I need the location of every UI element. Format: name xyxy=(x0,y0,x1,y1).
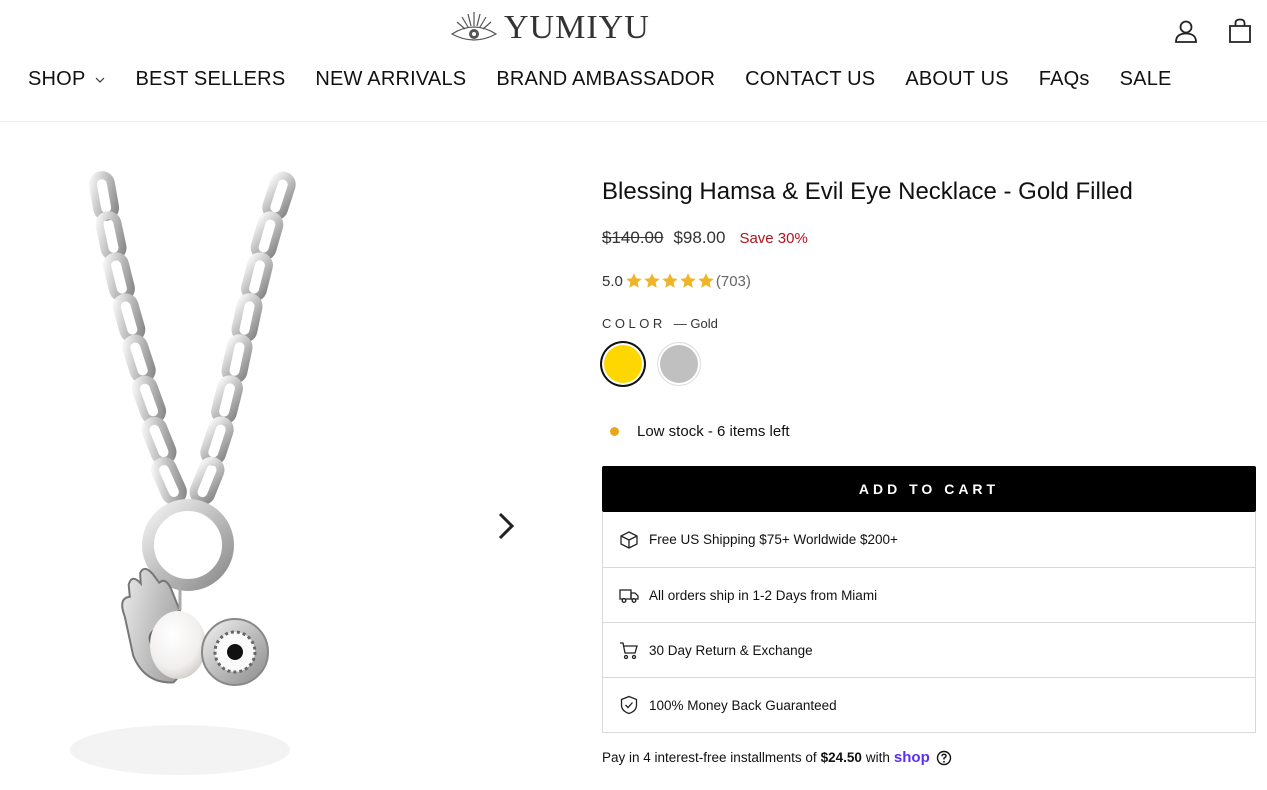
shield-check-icon xyxy=(620,695,638,715)
header-actions xyxy=(1173,18,1253,44)
user-icon[interactable] xyxy=(1173,18,1199,44)
benefit-item: 100% Money Back Guaranteed xyxy=(603,677,1255,732)
return-cart-icon xyxy=(620,642,638,660)
star-icon xyxy=(644,273,660,288)
product-info: Blessing Hamsa & Evil Eye Necklace - Gol… xyxy=(602,176,1256,766)
shipping-box-icon xyxy=(620,530,638,549)
original-price: $140.00 xyxy=(602,228,664,247)
rating-value: 5.0 xyxy=(602,272,623,290)
nav-shop[interactable]: SHOP xyxy=(28,68,105,91)
stock-status: Low stock - 6 items left xyxy=(602,423,1256,440)
next-image-arrow-icon[interactable] xyxy=(493,510,519,542)
product-title: Blessing Hamsa & Evil Eye Necklace - Gol… xyxy=(602,178,1133,205)
selected-color: — Gold xyxy=(673,316,718,331)
swatch-silver[interactable] xyxy=(660,345,698,383)
benefit-item: Free US Shipping $75+ Worldwide $200+ xyxy=(603,512,1255,567)
main-nav: SHOP BEST SELLERS NEW ARRIVALS BRAND AMB… xyxy=(28,68,1172,91)
benefit-text: 100% Money Back Guaranteed xyxy=(649,697,837,713)
installments-prefix: Pay in 4 interest-free installments of xyxy=(602,750,817,765)
benefits-list: Free US Shipping $75+ Worldwide $200+ Al… xyxy=(602,512,1256,733)
color-swatches xyxy=(602,343,1256,383)
swatch-gold[interactable] xyxy=(604,345,642,383)
delivery-truck-icon xyxy=(619,589,639,603)
nav-faqs[interactable]: FAQs xyxy=(1039,68,1090,91)
logo-text: YUMIYU xyxy=(504,9,650,46)
installments-info: Pay in 4 interest-free installments of $… xyxy=(602,749,1256,766)
color-selector-label: COLOR — Gold xyxy=(602,316,1256,331)
nav-contact-us[interactable]: CONTACT US xyxy=(745,68,875,91)
nav-about-us[interactable]: ABOUT US xyxy=(905,68,1008,91)
nav-new-arrivals[interactable]: NEW ARRIVALS xyxy=(315,68,466,91)
product-image[interactable] xyxy=(30,170,330,790)
save-badge: Save 30% xyxy=(739,230,808,247)
benefit-text: All orders ship in 1-2 Days from Miami xyxy=(649,587,878,603)
add-to-cart-button[interactable]: ADD TO CART xyxy=(602,466,1256,512)
review-count: (703) xyxy=(715,272,751,290)
installment-amount: $24.50 xyxy=(820,750,862,765)
eye-sunburst-icon xyxy=(450,12,498,41)
nav-shop-label: SHOP xyxy=(28,68,86,90)
help-circle-icon[interactable] xyxy=(936,750,952,766)
header-divider xyxy=(0,121,1267,122)
nav-brand-ambassador[interactable]: BRAND AMBASSADOR xyxy=(496,68,715,91)
nav-sale[interactable]: SALE xyxy=(1120,68,1172,91)
star-icon xyxy=(698,273,714,288)
benefit-text: 30 Day Return & Exchange xyxy=(649,642,813,658)
nav-best-sellers[interactable]: BEST SELLERS xyxy=(135,68,285,91)
sale-price: $98.00 xyxy=(673,228,726,247)
star-icon xyxy=(662,273,678,288)
brand-logo[interactable]: YUMIYU xyxy=(448,8,650,48)
rating-row[interactable]: 5.0 (703) xyxy=(602,272,1256,290)
installments-suffix: with xyxy=(865,750,890,765)
price-row: $140.00 $98.00 Save 30% xyxy=(602,228,1256,248)
benefit-text: Free US Shipping $75+ Worldwide $200+ xyxy=(649,532,898,547)
stock-indicator-dot xyxy=(610,427,619,436)
necklace-image xyxy=(70,171,296,775)
benefit-item: 30 Day Return & Exchange xyxy=(603,622,1255,677)
star-icon xyxy=(680,273,696,288)
star-icon xyxy=(626,273,642,288)
star-rating xyxy=(625,272,715,290)
shopping-bag-icon[interactable] xyxy=(1227,18,1253,44)
benefit-item: All orders ship in 1-2 Days from Miami xyxy=(603,567,1255,622)
stock-text: Low stock - 6 items left xyxy=(637,423,790,440)
shop-pay-logo: shop xyxy=(893,749,930,766)
color-label: COLOR xyxy=(602,316,666,331)
chevron-down-icon xyxy=(96,77,105,83)
